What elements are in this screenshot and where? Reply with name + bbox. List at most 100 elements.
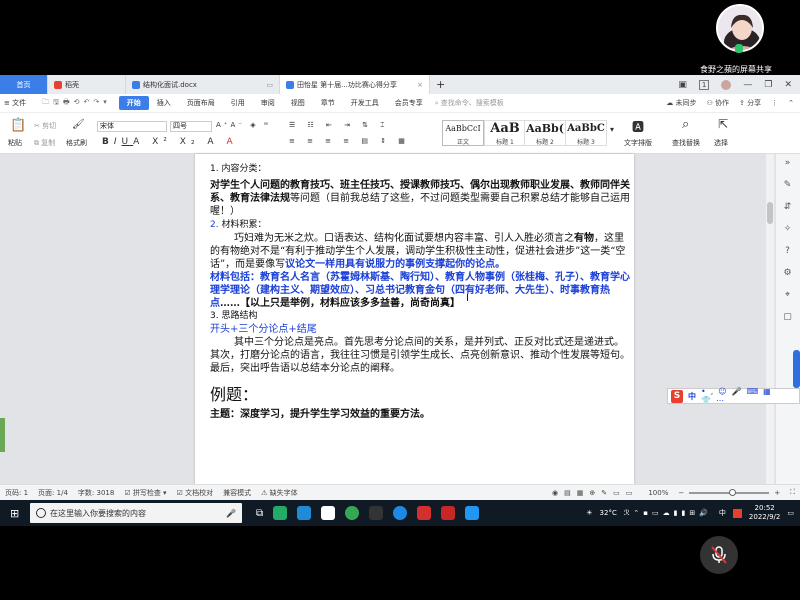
style-heading-1[interactable]: AaB 标题 1	[484, 120, 526, 146]
text-layout-button[interactable]: 文字排版	[624, 138, 652, 148]
select-button[interactable]: 选择	[714, 138, 728, 148]
menu-member[interactable]: 会员专享	[387, 98, 431, 108]
view-mode-icons[interactable]: ◉▤▦⊕✎▭▭	[547, 489, 643, 497]
missing-font-button[interactable]: ⚠ 缺失字体	[256, 488, 303, 498]
find-replace-button[interactable]: 查找替换	[672, 138, 700, 148]
zoom-slider[interactable]	[689, 488, 770, 496]
task-view-icon[interactable]: ⧉	[256, 508, 263, 519]
align-buttons[interactable]: ≡ ≡ ≡ ≡ ▤ ⇕ ▦	[289, 137, 410, 145]
tray-icons[interactable]: ℛ⌃▪▭☁▮▮⊞🔊	[624, 509, 712, 517]
help-icon[interactable]: ?	[782, 246, 793, 257]
zoom-level[interactable]: 100%	[643, 489, 673, 497]
menu-start[interactable]: 开始	[118, 96, 149, 110]
collapse-ribbon-icon[interactable]: ⌃	[788, 99, 794, 107]
menu-insert[interactable]: 插入	[149, 98, 179, 108]
sogou-tray-icon[interactable]	[732, 508, 742, 518]
list-buttons[interactable]: ☰ ☷ ⇤ ⇥ ⇅ ⌶	[289, 121, 389, 130]
paragraph-material: 巧妇难为无米之炊。口语表达、结构化面试要想内容丰富、引人入胜必须言之有物，这里的…	[210, 232, 630, 271]
app-icon-red[interactable]	[441, 506, 456, 520]
windows-start-icon[interactable]: ⊞	[10, 507, 19, 520]
location-icon[interactable]: ⌖	[782, 290, 793, 301]
mic-icon[interactable]: 🎤	[226, 509, 236, 518]
menu-developer[interactable]: 开发工具	[343, 98, 387, 108]
app-icon-tools[interactable]	[369, 506, 384, 520]
minimize-icon[interactable]: —	[743, 80, 752, 90]
ime-mode[interactable]: 中	[688, 391, 696, 402]
menu-page-layout[interactable]: 页面布局	[179, 98, 223, 108]
font-size-grow-icon[interactable]: A⁺A⁻ ◈ ꟹ	[216, 121, 271, 129]
zoom-slider-thumb[interactable]	[729, 488, 737, 496]
layout-icon[interactable]: ▣	[678, 80, 687, 90]
app-icon-media[interactable]	[273, 506, 288, 520]
restore-icon[interactable]: ❐	[764, 80, 772, 90]
settings-icon[interactable]: ⚙	[782, 268, 793, 279]
mute-button[interactable]	[700, 536, 738, 574]
font-style-buttons[interactable]: BIUA X² X₂ A A	[102, 137, 238, 147]
zoom-in-icon[interactable]: +	[769, 489, 785, 497]
copy-button[interactable]: ⧉ 复制	[34, 138, 55, 148]
share-button[interactable]: ⇪ 分享	[739, 98, 761, 108]
panel-collapse-icon[interactable]: »	[782, 158, 793, 169]
style-normal[interactable]: AaBbCcI 正文	[442, 120, 484, 146]
avatar-icon[interactable]	[721, 79, 732, 90]
blue-slider-handle[interactable]	[793, 350, 800, 388]
vertical-scrollbar[interactable]	[766, 154, 774, 484]
doc-proof-button[interactable]: ☑ 文档校对	[172, 488, 219, 498]
left-edge-tab[interactable]	[0, 418, 5, 452]
app-icon-edge[interactable]	[297, 506, 312, 520]
cut-button[interactable]: ✂ 剪切	[34, 121, 56, 131]
new-tab-button[interactable]: +	[430, 75, 451, 94]
zoom-out-icon[interactable]: −	[673, 489, 689, 497]
app-icon-meeting[interactable]	[465, 506, 480, 520]
menu-references[interactable]: 引用	[223, 98, 253, 108]
status-words[interactable]: 字数: 3018	[73, 488, 119, 498]
document-page[interactable]: 1. 内容分类： 对学生个人问题的教育技巧、班主任技巧、授课教师技巧、偶尔出现教…	[195, 154, 634, 484]
sort-icon[interactable]: ⇵	[782, 202, 793, 213]
menu-chapter[interactable]: 章节	[313, 98, 343, 108]
format-painter-icon[interactable]: 🖌	[72, 119, 85, 130]
fullscreen-icon[interactable]: ⛶	[785, 488, 800, 497]
tab-doc-structured-interview[interactable]: 结构化面试.docx ▭	[126, 75, 280, 94]
temperature[interactable]: 32°C	[600, 509, 617, 517]
font-size-select[interactable]: 四号	[170, 121, 212, 132]
more-icon[interactable]: ⋮	[771, 99, 778, 107]
style-icon[interactable]: ✧	[782, 224, 793, 235]
app-icon-wps[interactable]	[417, 506, 432, 520]
app-icon-chrome[interactable]	[345, 506, 360, 520]
spell-check-button[interactable]: ☑ 拼写检查 ▾	[119, 488, 171, 498]
menu-view[interactable]: 视图	[283, 98, 313, 108]
close-window-icon[interactable]: ✕	[784, 80, 792, 90]
input-language[interactable]: 中	[719, 508, 726, 518]
clock[interactable]: 20:52 2022/9/2	[749, 504, 780, 522]
document-text[interactable]: 1. 内容分类： 对学生个人问题的教育技巧、班主任技巧、授课教师技巧、偶尔出现教…	[210, 154, 630, 421]
style-heading-3[interactable]: AaBbC 标题 3	[565, 120, 607, 146]
tab-doc-active[interactable]: 田怡星 第十届...功比赛心得分享 ×	[280, 75, 430, 94]
app-icon-ek[interactable]	[321, 506, 336, 520]
app-icon-browser[interactable]	[393, 506, 408, 520]
select-icon[interactable]: ⇱	[718, 117, 728, 131]
text-layout-icon[interactable]: 🅰	[632, 118, 644, 135]
style-heading-2[interactable]: AaBb(标题 2	[524, 120, 566, 146]
collab-button[interactable]: ⚇ 协作	[707, 98, 730, 108]
menu-file[interactable]: ≡ 文件	[0, 98, 34, 108]
menu-review[interactable]: 审阅	[253, 98, 283, 108]
ime-toolbar[interactable]: S 中 •,☺🎤⌨▦👕⋯	[667, 387, 800, 405]
scroll-thumb[interactable]	[767, 202, 773, 224]
taskbar-search[interactable]: 在这里输入你要搜索的内容 🎤	[30, 503, 242, 523]
quick-access-icons[interactable]: 🗀🖫🖶⟲↶↷▾	[34, 98, 119, 109]
sync-status[interactable]: ☁ 未同步	[666, 98, 696, 108]
page-icon[interactable]: ▢	[782, 312, 793, 323]
ime-tool-icons[interactable]: •,☺🎤⌨▦👕⋯	[701, 387, 796, 405]
tab-home[interactable]: 首页	[0, 75, 48, 94]
paste-button[interactable]: 粘贴	[8, 138, 22, 148]
close-icon[interactable]: ×	[417, 81, 423, 89]
find-icon[interactable]: ⌕	[682, 117, 689, 132]
font-name-select[interactable]: 宋体	[97, 121, 167, 132]
format-painter-button[interactable]: 格式刷	[66, 138, 87, 148]
styles-more-icon[interactable]: ▾	[610, 125, 614, 134]
edit-icon[interactable]: ✎	[782, 180, 793, 191]
tab-docer[interactable]: 稻壳	[48, 75, 126, 94]
paste-icon[interactable]: 📋	[10, 118, 26, 133]
notification-icon[interactable]: ▭	[787, 509, 794, 517]
command-search[interactable]: ⌕ 查找命令、搜索模板	[435, 98, 504, 108]
